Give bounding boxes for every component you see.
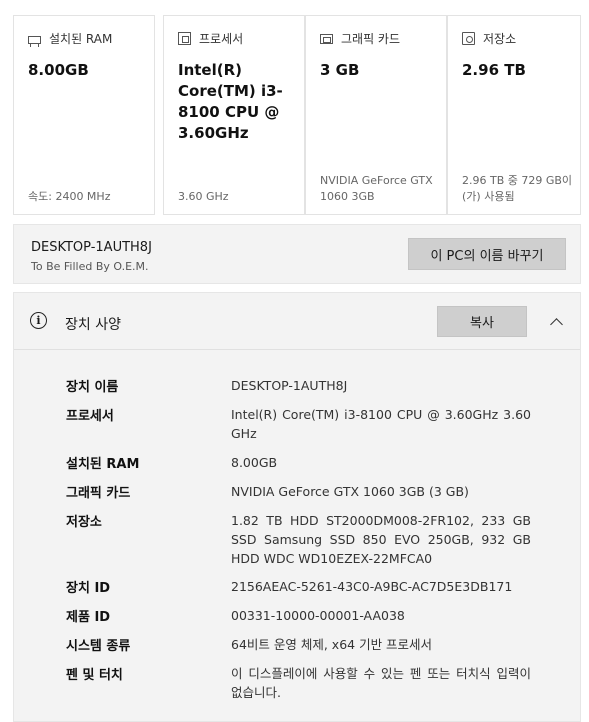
spec-value: DESKTOP-1AUTH8J — [231, 378, 348, 393]
spec-key: 시스템 종류 — [66, 639, 131, 654]
spec-key: 프로세서 — [66, 409, 114, 424]
processor-card-label: 프로세서 — [199, 32, 244, 46]
rename-pc-button[interactable]: 이 PC의 이름 바꾸기 — [408, 238, 566, 270]
pc-name: DESKTOP-1AUTH8J — [31, 240, 152, 255]
graphics-card-icon — [320, 33, 333, 44]
storage-icon — [462, 32, 475, 45]
chevron-up-icon[interactable] — [549, 315, 563, 329]
processor-card-sub: 3.60 GHz — [178, 190, 229, 203]
spec-key: 그래픽 카드 — [66, 486, 131, 501]
spec-value: 64비트 운영 체제, x64 기반 프로세서 — [231, 637, 433, 652]
graphics-card-sub: NVIDIA GeForce GTX 1060 3GB — [320, 174, 433, 203]
spec-value: 8.00GB — [231, 455, 278, 470]
graphics-card-label: 그래픽 카드 — [341, 32, 401, 46]
processor-card-value: Intel(R) Core(TM) i3-8100 CPU @ 3.60GHz — [178, 61, 283, 142]
spec-key: 저장소 — [66, 515, 102, 530]
spec-value: NVIDIA GeForce GTX 1060 3GB (3 GB) — [231, 484, 469, 499]
pc-name-section: DESKTOP-1AUTH8J To Be Filled By O.E.M. 이… — [13, 224, 581, 284]
spec-value: 이 디스플레이에 사용할 수 있는 펜 또는 터치식 입력이 없습니다. — [231, 666, 531, 700]
graphics-card-value: 3 GB — [320, 61, 360, 79]
storage-card: 저장소 2.96 TB 2.96 TB 중 729 GB이(가) 사용됨 — [447, 15, 581, 215]
spec-key: 펜 및 터치 — [66, 668, 123, 683]
device-specifications-title: 장치 사양 — [65, 317, 121, 333]
graphics-card: 그래픽 카드 3 GB NVIDIA GeForce GTX 1060 3GB — [305, 15, 447, 215]
pc-oem: To Be Filled By O.E.M. — [31, 260, 149, 273]
ram-card-sub: 속도: 2400 MHz — [28, 190, 111, 203]
ram-card-label: 설치된 RAM — [49, 32, 113, 46]
storage-card-label: 저장소 — [483, 32, 517, 46]
processor-card: 프로세서 Intel(R) Core(TM) i3-8100 CPU @ 3.6… — [163, 15, 305, 215]
storage-card-value: 2.96 TB — [462, 61, 526, 79]
spec-key: 설치된 RAM — [66, 457, 140, 472]
ram-card: 설치된 RAM 8.00GB 속도: 2400 MHz — [13, 15, 155, 215]
spec-key: 제품 ID — [66, 610, 111, 625]
storage-card-sub: 2.96 TB 중 729 GB이(가) 사용됨 — [462, 174, 573, 203]
copy-button[interactable]: 복사 — [437, 306, 527, 337]
spec-key: 장치 이름 — [66, 380, 119, 395]
device-specifications-header[interactable]: i 장치 사양 복사 — [14, 293, 580, 350]
memory-icon — [28, 35, 41, 46]
spec-value: 1.82 TB HDD ST2000DM008-2FR102, 233 GB S… — [231, 513, 531, 566]
spec-value: 2156AEAC-5261-43C0-A9BC-AC7D5E3DB171 — [231, 579, 513, 594]
device-specifications: i 장치 사양 복사 장치 이름 DESKTOP-1AUTH8J 프로세서 In… — [13, 292, 581, 722]
hardware-summary-cards: 설치된 RAM 8.00GB 속도: 2400 MHz 프로세서 Intel(R… — [13, 15, 581, 215]
spec-value: 00331-10000-00001-AA038 — [231, 608, 405, 623]
processor-icon — [178, 32, 191, 45]
spec-key: 장치 ID — [66, 581, 111, 596]
spec-value: Intel(R) Core(TM) i3-8100 CPU @ 3.60GHz … — [231, 407, 531, 441]
info-icon: i — [30, 312, 47, 329]
ram-card-value: 8.00GB — [28, 61, 89, 79]
